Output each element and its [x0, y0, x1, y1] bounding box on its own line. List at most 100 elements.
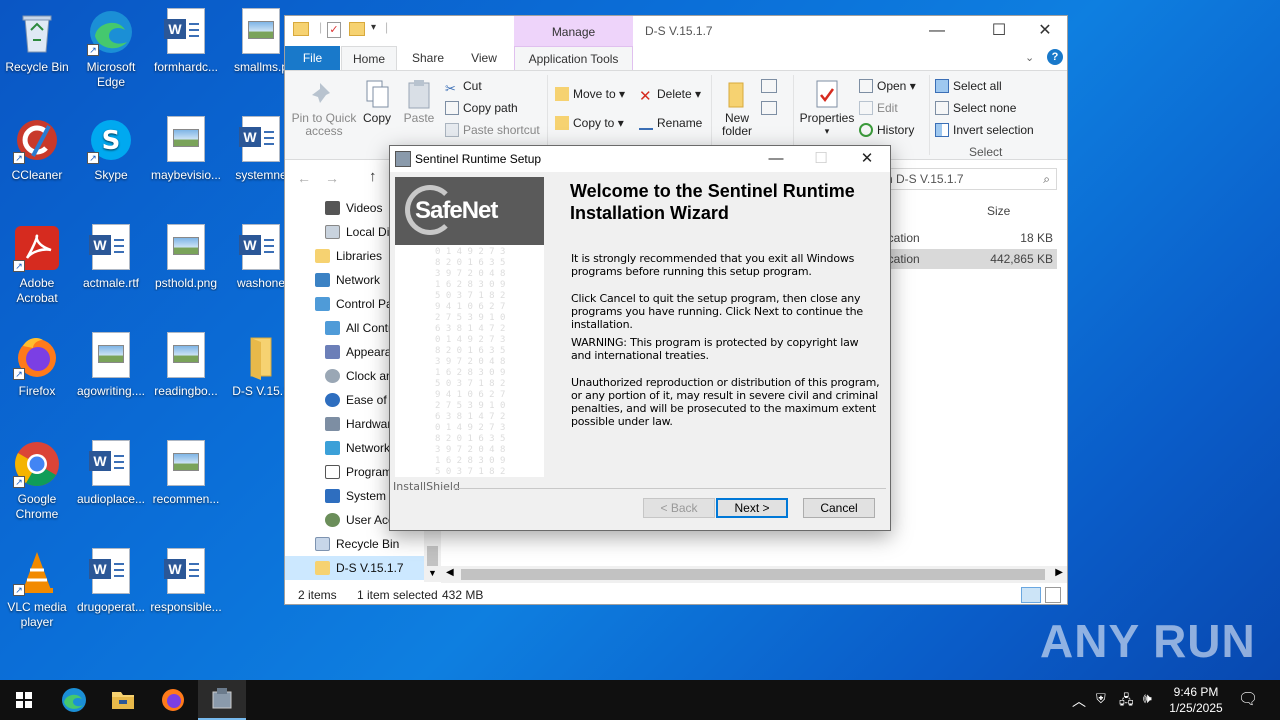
cancel-button[interactable]: Cancel: [803, 498, 875, 518]
start-button[interactable]: [0, 680, 48, 720]
tab-home[interactable]: Home: [341, 46, 397, 70]
new-folder-button[interactable]: New folder: [717, 79, 757, 138]
tree-item-user-accounts[interactable]: User Acc: [325, 508, 394, 532]
easy-access-icon[interactable]: [761, 101, 777, 115]
delete-button[interactable]: ✕ Delete ▾: [639, 87, 701, 105]
up-arrow-icon[interactable]: ↑: [369, 168, 377, 185]
taskbar-firefox[interactable]: [149, 680, 197, 720]
move-to-button[interactable]: Move to ▾: [555, 87, 625, 101]
forward-arrow-icon[interactable]: →: [325, 170, 339, 186]
notifications-icon[interactable]: 🗨: [1238, 689, 1258, 709]
desktop-icon-drugoperat[interactable]: W drugoperat...: [72, 548, 150, 615]
pin-to-quick-access-button[interactable]: Pin to Quick access: [289, 79, 359, 138]
tree-item-clock[interactable]: Clock an: [325, 364, 393, 388]
copy-path-button[interactable]: Copy path: [445, 101, 518, 115]
show-hidden-icons[interactable]: ︿: [1072, 691, 1086, 711]
tree-item-all-control[interactable]: All Contr: [325, 316, 392, 340]
scroll-left-arrow-icon[interactable]: ◀: [446, 567, 454, 578]
tree-item-appearance[interactable]: Appeara: [325, 340, 391, 364]
tab-share[interactable]: Share: [403, 46, 453, 70]
desktop-icon-recycle-bin[interactable]: Recycle Bin: [0, 8, 76, 75]
tab-application-tools[interactable]: Application Tools: [514, 46, 633, 70]
taskbar-file-explorer[interactable]: [99, 680, 147, 720]
minimize-button[interactable]: —: [927, 21, 947, 41]
next-button[interactable]: Next >: [716, 498, 788, 518]
back-button[interactable]: < Back: [643, 498, 715, 518]
large-icons-view-icon[interactable]: [1045, 587, 1061, 603]
dialog-minimize-button[interactable]: —: [766, 149, 786, 169]
file-row[interactable]: ication 18 KB: [885, 228, 1057, 248]
desktop-icon-recommen[interactable]: recommen...: [147, 440, 225, 507]
scroll-down-arrow-icon[interactable]: ▼: [428, 568, 437, 578]
details-view-icon[interactable]: [1021, 587, 1041, 603]
network-tray-icon[interactable]: 🖧: [1119, 691, 1134, 713]
ribbon-collapse-icon[interactable]: ⌄: [1025, 51, 1034, 64]
manage-tab[interactable]: Manage: [514, 16, 633, 46]
tree-item-network-internet[interactable]: Network: [325, 436, 390, 460]
desktop-icon-google-chrome[interactable]: ↗ Google Chrome: [0, 440, 76, 522]
history-button[interactable]: History: [859, 123, 914, 137]
file-row-selected[interactable]: ication 442,865 KB: [885, 249, 1057, 269]
tree-item-hardware[interactable]: Hardwar: [325, 412, 391, 436]
tree-scroll-thumb[interactable]: [427, 546, 438, 566]
desktop-icon-psthold[interactable]: psthold.png: [147, 224, 225, 291]
desktop-icon-maybevisio[interactable]: maybevisio...: [147, 116, 225, 183]
tree-item-control-panel[interactable]: Control Pa: [315, 292, 393, 316]
scroll-right-arrow-icon[interactable]: ▶: [1055, 567, 1063, 578]
clock[interactable]: 9:46 PM 1/25/2025: [1166, 684, 1226, 716]
size-column-header[interactable]: Size: [987, 204, 1010, 218]
rename-button[interactable]: Rename: [639, 116, 702, 130]
properties-button[interactable]: Properties ▾: [799, 79, 855, 138]
desktop-icon-firefox[interactable]: ↗ Firefox: [0, 332, 76, 399]
tree-item-system[interactable]: System a: [325, 484, 396, 508]
customize-toolbar-icon[interactable]: ▾: [371, 22, 376, 33]
help-icon[interactable]: ?: [1047, 49, 1063, 65]
paste-button[interactable]: Paste: [401, 79, 437, 125]
open-button[interactable]: Open ▾: [859, 79, 916, 93]
invert-selection-button[interactable]: Invert selection: [935, 123, 1034, 137]
tree-item-programs[interactable]: Program: [325, 460, 392, 484]
copy-button[interactable]: Copy: [359, 79, 395, 125]
horizontal-scroll-thumb[interactable]: [461, 569, 1045, 580]
volume-icon[interactable]: 🕪: [1143, 690, 1152, 707]
desktop-icon-audioplace[interactable]: W audioplace...: [72, 440, 150, 507]
properties-quick-icon[interactable]: ✓: [327, 22, 341, 38]
desktop-icon-vlc[interactable]: ↗ VLC media player: [0, 548, 76, 630]
desktop-icon-edge[interactable]: ↗ Microsoft Edge: [72, 8, 150, 90]
tree-item-local-disk[interactable]: Local Dis: [325, 220, 395, 244]
horizontal-scrollbar[interactable]: ◀ ▶: [441, 566, 1067, 583]
desktop-icon-actmale[interactable]: W actmale.rtf: [72, 224, 150, 291]
tree-item-videos[interactable]: Videos: [325, 196, 382, 220]
copy-to-button[interactable]: Copy to ▾: [555, 116, 624, 130]
paste-shortcut-button[interactable]: Paste shortcut: [445, 123, 540, 137]
select-all-button[interactable]: Select all: [935, 79, 1002, 93]
security-tray-icon[interactable]: ⛨: [1096, 691, 1106, 707]
tab-file[interactable]: File: [285, 46, 340, 70]
desktop-icon-skype[interactable]: S ↗ Skype: [72, 116, 150, 183]
tree-item-libraries[interactable]: Libraries: [315, 244, 382, 268]
new-folder-quick-icon[interactable]: [349, 22, 365, 36]
desktop-icon-formhardc[interactable]: W formhardc...: [147, 8, 225, 75]
search-input[interactable]: h D-S V.15.1.7 ⌕: [881, 168, 1057, 190]
desktop-icon-responsible[interactable]: W responsible...: [147, 548, 225, 615]
tree-item-network[interactable]: Network: [315, 268, 380, 292]
tree-item-dsv-folder[interactable]: D-S V.15.1.7: [285, 556, 424, 580]
tree-item-recycle-bin[interactable]: Recycle Bin: [315, 532, 399, 556]
tab-view[interactable]: View: [459, 46, 509, 70]
maximize-button[interactable]: ☐: [989, 21, 1009, 41]
edit-button[interactable]: Edit: [859, 101, 898, 115]
dialog-close-button[interactable]: ✕: [857, 149, 877, 169]
desktop-icon-agowriting[interactable]: agowriting....: [72, 332, 150, 399]
desktop-icon-readingbo[interactable]: readingbo...: [147, 332, 225, 399]
desktop-icon-ccleaner[interactable]: ↗ CCleaner: [0, 116, 76, 183]
tree-item-ease-of-access[interactable]: Ease of A: [325, 388, 397, 412]
dialog-maximize-button[interactable]: ☐: [811, 149, 831, 169]
new-item-icon[interactable]: [761, 79, 777, 93]
close-button[interactable]: ✕: [1035, 21, 1055, 41]
taskbar-edge[interactable]: [50, 680, 98, 720]
back-arrow-icon[interactable]: ←: [297, 170, 311, 186]
desktop-icon-adobe-acrobat[interactable]: ↗ Adobe Acrobat: [0, 224, 76, 306]
taskbar-setup[interactable]: [198, 680, 246, 720]
cut-button[interactable]: ✂ Cut: [445, 79, 482, 96]
select-none-button[interactable]: Select none: [935, 101, 1016, 115]
